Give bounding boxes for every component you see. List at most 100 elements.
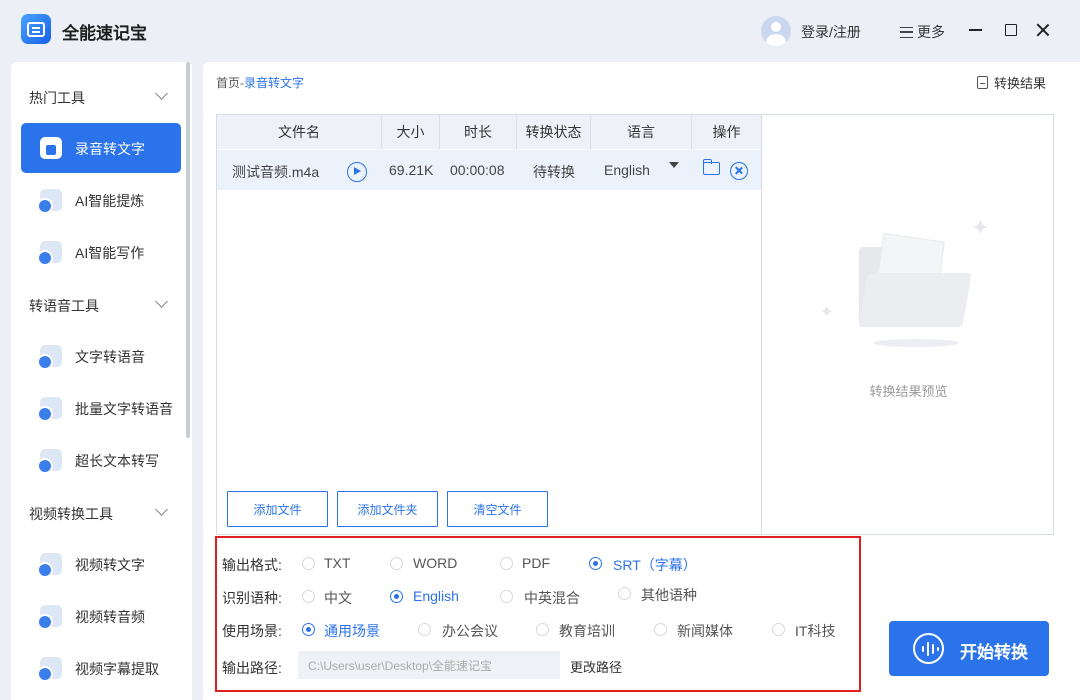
sidebar-scrollbar[interactable] [186,62,190,438]
radio-scene-media[interactable] [654,623,667,636]
long-text-icon [37,449,62,474]
app-logo-icon [21,14,51,44]
language-label: 识别语种: [222,590,282,606]
radio-scene-general[interactable] [302,623,315,636]
clear-files-button[interactable]: 清空文件 [447,491,548,527]
section-tts-tools[interactable]: 转语音工具 [29,296,99,316]
ai-extract-icon [37,189,62,214]
sidebar-item-long-text[interactable]: 超长文本转写 [21,435,181,485]
breadcrumb-home[interactable]: 首页 [216,76,240,90]
video-to-audio-icon [37,605,62,630]
section-video-tools[interactable]: 视频转换工具 [29,504,113,524]
sparkle-icon: ✦ [971,215,990,240]
main-panel: 首页-录音转文字 转换结果 文件名 大小 时长 转换状态 语言 操作 测试音频.… [203,62,1080,700]
conversion-results-link[interactable]: 转换结果 [977,73,1046,92]
file-size: 69.21K [389,162,434,178]
sidebar-item-ai-writing[interactable]: AI智能写作 [21,227,181,277]
conversion-results-label: 转换结果 [994,76,1047,91]
add-file-button[interactable]: 添加文件 [227,491,328,527]
language-option-chinese[interactable]: 中文 [324,588,352,608]
avatar[interactable] [761,16,791,46]
radio-scene-it[interactable] [772,623,785,636]
sidebar-item-label: 批量文字转语音 [75,401,173,417]
sidebar-item-text-to-speech[interactable]: 文字转语音 [21,331,181,381]
maximize-icon [1005,24,1017,36]
sidebar-item-video-to-text[interactable]: 视频转文字 [21,539,181,589]
chevron-down-icon[interactable] [155,503,168,516]
caret-down-icon[interactable] [669,162,679,168]
breadcrumb: 首页-录音转文字 [216,74,304,91]
sidebar-item-ai-extract[interactable]: AI智能提炼 [21,175,181,225]
result-preview-panel: ✦ ✦ 转换结果预览 [763,114,1054,535]
login-button[interactable]: 登录/注册 [801,22,861,42]
radio-format-txt[interactable] [302,557,315,570]
table-row[interactable]: 测试音频.m4a 69.21K 00:00:08 待转换 English [217,150,761,190]
column-header-actions: 操作 [712,124,741,140]
text-to-speech-icon [37,345,62,370]
radio-scene-office[interactable] [418,623,431,636]
format-option-srt[interactable]: SRT（字幕） [613,555,697,575]
output-path-field[interactable] [298,651,560,679]
scene-label: 使用场景: [222,623,282,639]
format-option-word[interactable]: WORD [413,555,457,571]
close-button[interactable] [1033,20,1053,40]
file-name: 测试音频.m4a [232,164,320,180]
sidebar-item-video-to-audio[interactable]: 视频转音频 [21,591,181,641]
file-duration: 00:00:08 [450,162,505,178]
language-option-mixed[interactable]: 中英混合 [524,588,580,608]
sidebar-item-label: 视频转音频 [75,609,145,625]
sidebar-item-subtitle-extract[interactable]: 视频字幕提取 [21,643,181,693]
sidebar-item-label: 视频字幕提取 [75,661,159,677]
path-label: 输出路径: [222,660,282,676]
radio-format-pdf[interactable] [500,557,513,570]
file-status: 待转换 [533,164,575,180]
column-header-duration: 时长 [440,115,517,149]
subtitle-extract-icon [37,657,62,682]
sparkle-icon: ✦ [820,304,834,321]
sidebar-item-label: AI智能提炼 [75,193,145,209]
radio-language-chinese[interactable] [302,590,315,603]
more-menu-button[interactable]: 更多 [900,22,945,42]
format-option-pdf[interactable]: PDF [522,555,550,571]
file-list: 文件名 大小 时长 转换状态 语言 操作 测试音频.m4a 69.21K 00:… [216,114,762,535]
ai-writing-icon [37,241,62,266]
scene-option-education[interactable]: 教育培训 [559,621,615,641]
minimize-icon [968,29,982,31]
start-convert-label: 开始转换 [960,643,1028,662]
soundwave-icon [913,633,944,664]
play-icon[interactable] [347,162,367,182]
language-select[interactable]: English [604,162,650,178]
sidebar-item-audio-to-text[interactable]: 录音转文字 [21,123,181,173]
language-option-english[interactable]: English [413,588,459,604]
document-icon [977,76,988,89]
folder-icon[interactable] [702,159,720,175]
format-label: 输出格式: [222,557,282,573]
sidebar-item-label: AI智能写作 [75,245,145,261]
language-option-other[interactable]: 其他语种 [641,585,697,605]
scene-option-general[interactable]: 通用场景 [324,621,380,641]
close-icon [1036,23,1050,37]
remove-icon[interactable] [730,162,748,180]
scene-option-office[interactable]: 办公会议 [442,621,498,641]
minimize-button[interactable] [965,20,985,40]
format-option-txt[interactable]: TXT [324,555,350,571]
maximize-button[interactable] [1001,20,1021,40]
radio-language-english[interactable] [390,590,403,603]
section-hot-tools[interactable]: 热门工具 [29,88,85,108]
start-convert-button[interactable]: 开始转换 [889,621,1049,676]
radio-language-mixed[interactable] [500,590,513,603]
sidebar: 热门工具 录音转文字 AI智能提炼 AI智能写作 转语音工具 文字转语音 批量文… [11,62,192,700]
column-header-filename: 文件名 [217,115,382,149]
change-path-button[interactable]: 更改路径 [570,657,622,676]
empty-folder-illustration [858,225,972,347]
radio-language-other[interactable] [618,587,631,600]
scene-option-media[interactable]: 新闻媒体 [677,621,733,641]
chevron-down-icon[interactable] [155,295,168,308]
radio-format-word[interactable] [390,557,403,570]
radio-scene-education[interactable] [536,623,549,636]
add-folder-button[interactable]: 添加文件夹 [337,491,438,527]
scene-option-it[interactable]: IT科技 [795,621,835,641]
chevron-down-icon[interactable] [155,87,168,100]
sidebar-item-batch-tts[interactable]: 批量文字转语音 [21,383,181,433]
radio-format-srt[interactable] [589,557,602,570]
